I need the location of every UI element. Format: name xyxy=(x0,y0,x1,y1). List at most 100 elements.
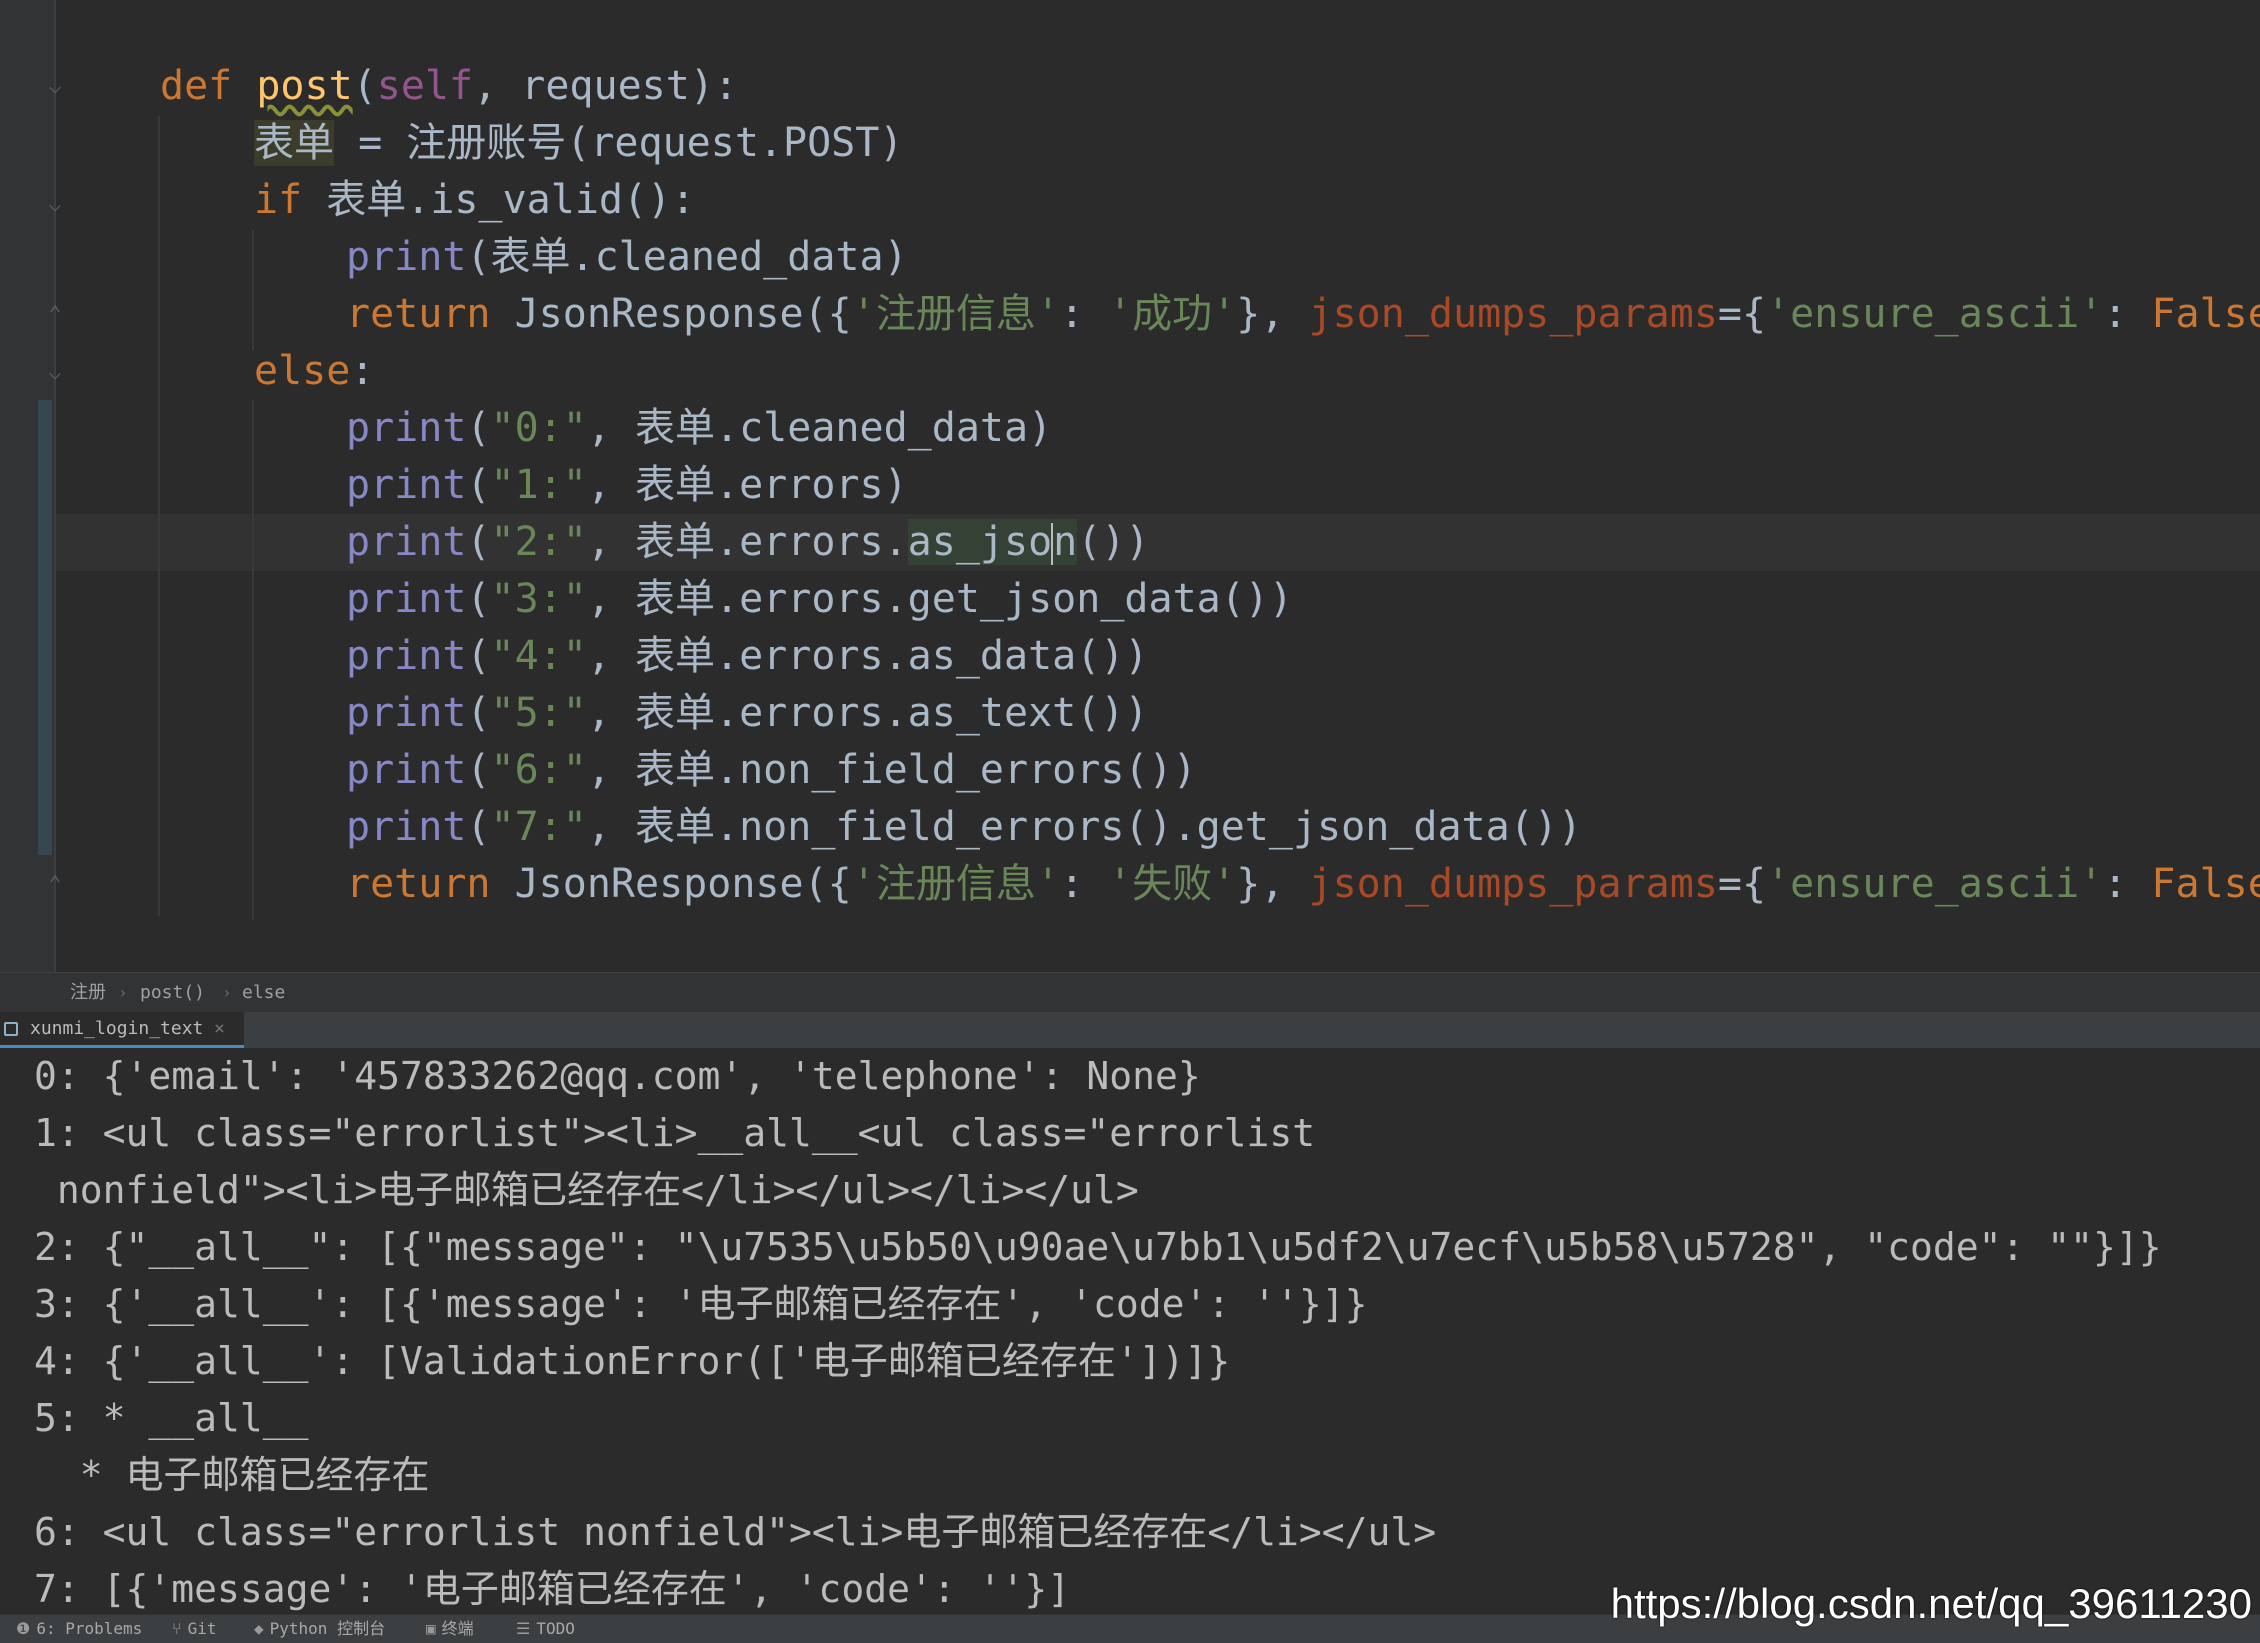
chevron-right-icon: › xyxy=(222,983,232,1002)
code-token: print xyxy=(346,405,467,451)
code-line[interactable]: else: xyxy=(254,343,374,400)
todo-tab[interactable]: ☰ TODO xyxy=(516,1615,575,1643)
django-icon xyxy=(4,1022,18,1036)
code-editor[interactable]: ⌵ ⌵ ⌃ ⌵ ⌃ def post(self, request): 表单 = 注… xyxy=(0,0,2260,972)
code-token: , 表单.non_field_errors()) xyxy=(586,747,1197,793)
run-tab-label: xunmi_login_text xyxy=(30,1018,204,1039)
code-line[interactable]: print("5:", 表单.errors.as_text()) xyxy=(346,685,1148,742)
console-line: 0: {'email': '457833262@qq.com', 'teleph… xyxy=(34,1054,1201,1098)
code-token: return xyxy=(346,291,515,337)
console-line: nonfield"><li>电子邮箱已经存在</li></ul></li></u… xyxy=(34,1168,1139,1212)
fold-end-marker-icon[interactable]: ⌃ xyxy=(42,870,68,900)
breadcrumb-item-block[interactable]: else xyxy=(242,973,285,1013)
code-token: "1:" xyxy=(490,462,587,508)
code-line[interactable]: if 表单.is_valid(): xyxy=(254,172,695,229)
code-token: '注册信息' xyxy=(851,291,1060,337)
run-tab[interactable]: xunmi_login_text × xyxy=(0,1012,244,1048)
code-token: ={ xyxy=(1717,861,1767,907)
code-line[interactable]: print("0:", 表单.cleaned_data) xyxy=(346,400,1052,457)
fold-marker-icon[interactable]: ⌵ xyxy=(42,358,68,388)
breadcrumb-item-method[interactable]: post() xyxy=(140,973,205,1013)
code-token: '失败' xyxy=(1108,861,1237,907)
run-console-output[interactable]: 0: {'email': '457833262@qq.com', 'teleph… xyxy=(0,1048,2260,1614)
code-line[interactable]: print("1:", 表单.errors) xyxy=(346,457,908,514)
code-token: ( xyxy=(352,63,377,109)
breadcrumb-item-class[interactable]: 注册 xyxy=(70,973,106,1013)
code-line[interactable]: return JsonResponse({'注册信息': '成功'}, json… xyxy=(346,286,2260,343)
code-token: print xyxy=(346,519,467,565)
run-tool-window-tabs: xunmi_login_text × xyxy=(0,1012,2260,1049)
indent-guide xyxy=(252,230,254,350)
code-token: 'ensure_ascii' xyxy=(1766,861,2104,907)
console-line: 1: <ul class="errorlist"><li>__all__<ul … xyxy=(34,1111,1316,1155)
problems-tab-label: 6: Problems xyxy=(36,1619,143,1638)
code-token: print xyxy=(346,234,467,280)
code-line[interactable]: print("4:", 表单.errors.as_data()) xyxy=(346,628,1148,685)
indent-guide xyxy=(158,116,160,916)
terminal-tab[interactable]: ▣ 终端 xyxy=(426,1615,474,1643)
git-tab[interactable]: ⑂ Git xyxy=(172,1615,217,1643)
fold-marker-icon[interactable]: ⌵ xyxy=(42,72,68,102)
code-token: post xyxy=(256,63,353,109)
git-tab-label: Git xyxy=(187,1619,217,1638)
code-token: ={ xyxy=(1717,291,1767,337)
code-token: , 表单.cleaned_data) xyxy=(586,405,1053,451)
code-token: ( xyxy=(466,519,491,565)
python-console-tab[interactable]: ◆ Python 控制台 xyxy=(254,1615,385,1643)
code-token: , 表单.errors. xyxy=(586,519,908,565)
vcs-change-marker[interactable] xyxy=(38,400,52,855)
fold-marker-icon[interactable]: ⌵ xyxy=(42,190,68,220)
code-line[interactable]: return JsonResponse({'注册信息': '失败'}, json… xyxy=(346,856,2260,913)
code-token: print xyxy=(346,804,467,850)
code-token: ( xyxy=(466,804,491,850)
breadcrumb: 注册 › post() › else xyxy=(0,972,2260,1013)
code-token: ( xyxy=(466,405,491,451)
code-token: , 表单.errors.as_data()) xyxy=(586,633,1149,679)
code-token: "5:" xyxy=(490,690,587,736)
code-token: '注册信息' xyxy=(851,861,1060,907)
console-line: 4: {'__all__': [ValidationError(['电子邮箱已经… xyxy=(34,1339,1231,1383)
gutter-divider xyxy=(54,0,56,972)
code-token: print xyxy=(346,633,467,679)
code-token: : xyxy=(2103,861,2152,907)
code-line[interactable]: print("2:", 表单.errors.as_json()) xyxy=(346,514,1150,571)
code-token: ( xyxy=(466,633,491,679)
code-token: "7:" xyxy=(490,804,587,850)
info-icon: ❶ xyxy=(16,1619,31,1638)
terminal-tab-label: 终端 xyxy=(441,1619,474,1638)
code-token: json_dumps_params xyxy=(1308,861,1718,907)
console-line: 5: * __all__ xyxy=(34,1396,309,1440)
code-token: ()) xyxy=(1077,519,1150,565)
code-token: "0:" xyxy=(490,405,587,451)
code-token: , 表单.errors.get_json_data()) xyxy=(586,576,1293,622)
code-token: print xyxy=(346,462,467,508)
code-token: "6:" xyxy=(490,747,587,793)
code-line[interactable]: def post(self, request): xyxy=(160,58,738,115)
console-line: 6: <ul class="errorlist nonfield"><li>电子… xyxy=(34,1510,1437,1554)
console-line: 3: {'__all__': [{'message': '电子邮箱已经存在', … xyxy=(34,1282,1368,1326)
code-line[interactable]: print("7:", 表单.non_field_errors().get_js… xyxy=(346,799,1582,856)
problems-tab[interactable]: ❶ 6: Problems xyxy=(16,1615,142,1643)
code-token: print xyxy=(346,690,467,736)
close-icon[interactable]: × xyxy=(214,1012,225,1046)
code-token: "4:" xyxy=(490,633,587,679)
code-token: ( xyxy=(466,576,491,622)
code-line[interactable]: print("3:", 表单.errors.get_json_data()) xyxy=(346,571,1293,628)
code-line[interactable]: print("6:", 表单.non_field_errors()) xyxy=(346,742,1197,799)
code-token: if xyxy=(254,177,327,223)
fold-end-marker-icon[interactable]: ⌃ xyxy=(42,300,68,330)
code-token: : xyxy=(2103,291,2152,337)
code-token: print xyxy=(346,576,467,622)
code-token: 'ensure_ascii' xyxy=(1766,291,2104,337)
console-line: 2: {"__all__": [{"message": "\u7535\u5b5… xyxy=(34,1225,2162,1269)
code-token: JsonResponse({ xyxy=(514,291,852,337)
code-line[interactable]: 表单 = 注册账号(request.POST) xyxy=(254,115,903,172)
code-token: , request): xyxy=(473,63,738,109)
code-token: ( xyxy=(466,747,491,793)
code-token: 表单.is_valid(): xyxy=(326,177,696,223)
code-token: : xyxy=(1059,861,1109,907)
list-icon: ☰ xyxy=(516,1619,531,1638)
code-token: , 表单.errors.as_text()) xyxy=(586,690,1149,736)
git-branch-icon: ⑂ xyxy=(172,1619,182,1638)
code-line[interactable]: print(表单.cleaned_data) xyxy=(346,229,908,286)
